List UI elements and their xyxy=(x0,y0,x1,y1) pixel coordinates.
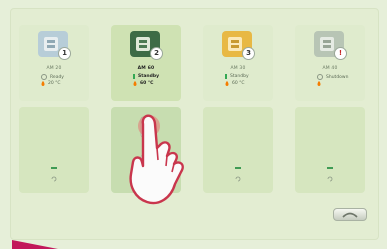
device-name: AM 40 xyxy=(322,66,338,71)
status-ring-icon xyxy=(41,74,47,80)
slot-panel-4[interactable] xyxy=(295,107,365,193)
slot-panel-1[interactable] xyxy=(19,107,89,193)
empty-slot-indicator xyxy=(235,167,241,169)
slot-badge: 2 xyxy=(150,47,163,60)
device-card-3[interactable]: 3 AM 30 Standby 60 °C xyxy=(203,25,273,101)
device-icon-tile: 2 xyxy=(130,31,163,60)
back-arrow-icon xyxy=(342,212,358,218)
status-bar-icon xyxy=(133,74,135,79)
pointing-hand-icon xyxy=(129,114,184,205)
device-overview-screen: 1 AM 20 Ready 20 °C 2 AM 60 Standby 60 °… xyxy=(0,0,387,249)
error-badge: ! xyxy=(334,47,347,60)
empty-slot-indicator xyxy=(327,167,333,169)
back-button[interactable] xyxy=(333,208,367,221)
status-label: Shutdown xyxy=(326,74,349,80)
temp-label: 60 °C xyxy=(140,81,154,86)
eject-arrow-icon xyxy=(327,176,333,182)
device-status: Standby xyxy=(133,74,159,79)
eject-arrow-icon xyxy=(51,176,57,182)
slot-badge: 1 xyxy=(58,47,71,60)
status-label: Standby xyxy=(230,74,249,79)
device-card-4[interactable]: ! AM 40 Shutdown xyxy=(295,25,365,101)
corner-accent-tab xyxy=(12,240,58,249)
device-name: AM 60 xyxy=(137,66,155,71)
device-status: Ready xyxy=(41,74,64,80)
device-icon-tile: 1 xyxy=(38,31,71,60)
slot-panel-3[interactable] xyxy=(203,107,273,193)
device-temperature xyxy=(317,81,324,86)
status-label: Ready xyxy=(50,74,64,80)
device-status: Shutdown xyxy=(317,74,348,80)
temp-label: 20 °C xyxy=(48,81,61,86)
flame-icon xyxy=(317,81,321,86)
flame-icon xyxy=(41,81,45,86)
status-ring-icon xyxy=(317,74,323,80)
eject-arrow-icon xyxy=(235,176,241,182)
device-temperature: 60 °C xyxy=(225,81,245,86)
device-status: Standby xyxy=(225,74,249,79)
device-name: AM 20 xyxy=(46,66,62,71)
slot-badge: 3 xyxy=(242,47,255,60)
device-card-1[interactable]: 1 AM 20 Ready 20 °C xyxy=(19,25,89,101)
status-label: Standby xyxy=(138,74,160,79)
device-icon-tile: 3 xyxy=(222,31,255,60)
temp-label: 60 °C xyxy=(232,81,245,86)
status-bar-icon xyxy=(225,74,227,79)
device-temperature: 20 °C xyxy=(41,81,61,86)
device-name: AM 30 xyxy=(230,66,246,71)
device-card-2[interactable]: 2 AM 60 Standby 60 °C xyxy=(111,25,181,101)
flame-icon xyxy=(225,81,229,86)
device-icon-tile: ! xyxy=(314,31,347,60)
empty-slot-indicator xyxy=(51,167,57,169)
device-temperature: 60 °C xyxy=(133,81,153,86)
flame-icon xyxy=(133,81,137,86)
